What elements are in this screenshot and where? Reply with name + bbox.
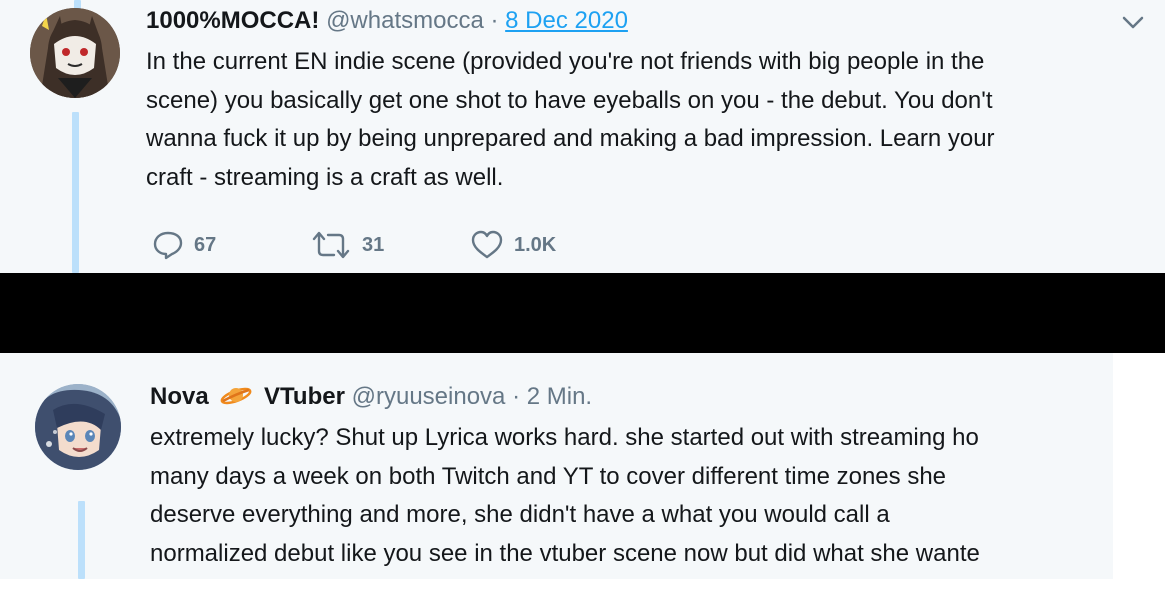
user-handle[interactable]: @ryuuseinova xyxy=(352,383,506,410)
thread-connector-line xyxy=(72,112,79,273)
retweet-button[interactable]: 31 xyxy=(310,228,384,262)
avatar-nova[interactable] xyxy=(35,384,121,470)
tweet-time[interactable]: 2 Min. xyxy=(527,383,592,410)
display-name-suffix[interactable]: VTuber xyxy=(264,383,345,410)
redaction-bar xyxy=(0,273,1165,353)
tweet-text-line: In the current EN indie scene (provided … xyxy=(146,48,985,75)
display-name[interactable]: 1000%MOCCA! xyxy=(146,7,319,34)
tweet-text-line: wanna fuck it up by being unprepared and… xyxy=(146,125,995,152)
like-button[interactable]: 1.0K xyxy=(470,228,556,262)
tweet-header-1: 1000%MOCCA! @whatsmocca · 8 Dec 2020 xyxy=(146,7,628,35)
display-name[interactable]: Nova xyxy=(150,383,209,410)
tweet-text: In the current EN indie scene (provided … xyxy=(146,43,1156,197)
separator-dot: · xyxy=(490,7,499,34)
retweet-count: 31 xyxy=(362,233,385,256)
tweet-text-line: extremely lucky? Shut up Lyrica works ha… xyxy=(150,424,979,451)
tweet-text-line: deserve everything and more, she didn't … xyxy=(150,501,890,528)
avatar-mocca[interactable] xyxy=(30,8,120,98)
tweet-header-2: Nova VTuber @ryuuseinova · 2 Min. xyxy=(150,383,592,411)
like-icon xyxy=(471,230,503,259)
reply-button[interactable]: 67 xyxy=(152,228,216,262)
tweet-text-line: craft - streaming is a craft as well. xyxy=(146,163,504,191)
tweet-text-line: scene) you basically get one shot to hav… xyxy=(146,86,993,114)
tweet-text-line: normalized debut like you see in the vtu… xyxy=(150,539,980,567)
tweet-date-link[interactable]: 8 Dec 2020 xyxy=(505,7,628,34)
thread-connector-line xyxy=(78,501,85,579)
like-count: 1.0K xyxy=(514,233,557,256)
reply-icon xyxy=(153,231,183,260)
tweet-text-line: many days a week on both Twitch and YT t… xyxy=(150,462,947,490)
separator-dot: · xyxy=(512,383,521,410)
reply-count: 67 xyxy=(194,233,217,256)
tweet-text: extremely lucky? Shut up Lyrica works ha… xyxy=(150,419,1113,573)
retweet-icon xyxy=(312,231,350,259)
user-handle[interactable]: @whatsmocca xyxy=(326,7,484,34)
chevron-down-icon[interactable] xyxy=(1118,10,1148,34)
ringed-planet-emoji xyxy=(220,387,252,405)
